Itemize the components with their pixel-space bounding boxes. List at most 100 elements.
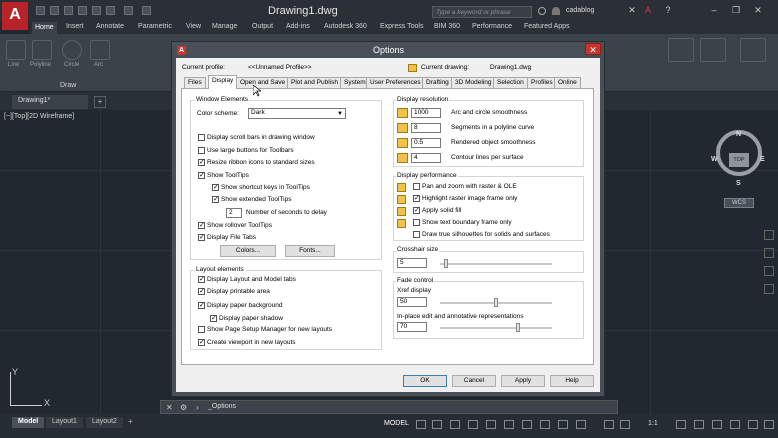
application-menu-button[interactable]: A xyxy=(2,2,28,30)
highlight-raster-checkbox[interactable]: ✓ xyxy=(413,195,420,202)
polar-icon[interactable] xyxy=(468,420,478,429)
tab-user-preferences[interactable]: User Preferences xyxy=(366,77,425,88)
3d-osnap-icon[interactable] xyxy=(576,420,586,429)
group-tool-icon[interactable] xyxy=(668,38,694,62)
xref-slider-thumb[interactable] xyxy=(494,298,498,307)
layout-tab-model[interactable]: Model xyxy=(12,417,45,428)
tab-display[interactable]: Display xyxy=(208,75,238,89)
open-icon[interactable] xyxy=(50,6,59,15)
shortcut-keys-checkbox[interactable]: ✓ xyxy=(212,184,219,191)
navbar-pan-icon[interactable] xyxy=(764,248,774,258)
arc-tool-icon[interactable] xyxy=(90,40,110,60)
wrench-icon[interactable]: ⚙ xyxy=(180,403,187,412)
printable-area-checkbox[interactable]: ✓ xyxy=(198,288,205,295)
clipboard-icon[interactable] xyxy=(700,38,726,62)
layout-model-tabs-checkbox[interactable]: ✓ xyxy=(198,276,205,283)
navbar-orbit-icon[interactable] xyxy=(764,284,774,294)
rollover-tooltips-checkbox[interactable]: ✓ xyxy=(198,222,205,229)
pan-zoom-checkbox[interactable] xyxy=(413,183,420,190)
snap-icon[interactable] xyxy=(432,420,442,429)
ribbon-tab-home[interactable]: Home xyxy=(32,22,57,34)
layout-tab-layout1[interactable]: Layout1 xyxy=(46,417,83,428)
contour-lines-input[interactable]: 4 xyxy=(411,153,441,163)
save-as-icon[interactable] xyxy=(78,6,87,15)
grid-icon[interactable] xyxy=(416,420,426,429)
compass-south[interactable]: S xyxy=(736,180,741,187)
restore-icon[interactable]: ❐ xyxy=(730,5,742,16)
cancel-button[interactable]: Cancel xyxy=(452,375,496,387)
a360-icon[interactable]: A xyxy=(642,5,654,16)
page-setup-checkbox[interactable] xyxy=(198,326,205,333)
rendered-smoothness-input[interactable]: 0.5 xyxy=(411,138,441,148)
dialog-close-button[interactable]: ✕ xyxy=(585,43,601,55)
compass-east[interactable]: E xyxy=(760,156,765,163)
isolate-icon[interactable] xyxy=(730,420,740,429)
osnap-icon[interactable] xyxy=(486,420,496,429)
solid-fill-checkbox[interactable]: ✓ xyxy=(413,207,420,214)
ribbon-tab-bim360[interactable]: BIM 360 xyxy=(434,23,460,30)
ortho-icon[interactable] xyxy=(450,420,460,429)
inplace-fade-slider[interactable] xyxy=(440,327,552,329)
command-input[interactable]: _Options xyxy=(208,403,236,410)
color-scheme-select[interactable]: Dark xyxy=(248,108,346,119)
view-base-icon[interactable] xyxy=(740,38,766,62)
ribbon-tab-autodesk360[interactable]: Autodesk 360 xyxy=(324,23,367,30)
exchange-icon[interactable]: ✕ xyxy=(626,5,638,16)
close-icon[interactable]: ✕ xyxy=(752,5,764,16)
extended-tooltips-checkbox[interactable]: ✓ xyxy=(212,196,219,203)
lineweight-icon[interactable] xyxy=(522,420,532,429)
share-icon[interactable] xyxy=(142,6,151,15)
draw-panel-label[interactable]: Draw xyxy=(60,82,76,89)
inplace-slider-thumb[interactable] xyxy=(516,323,521,332)
tab-selection[interactable]: Selection xyxy=(493,77,528,88)
tab-drafting[interactable]: Drafting xyxy=(422,77,453,88)
compass-north[interactable]: N xyxy=(736,131,741,138)
save-icon[interactable] xyxy=(64,6,73,15)
viewcube-top-face[interactable]: TOP xyxy=(729,153,749,167)
document-tab[interactable]: Drawing1* xyxy=(12,95,88,109)
new-tab-button[interactable]: + xyxy=(94,96,106,108)
annotation-scale[interactable]: 1:1 xyxy=(648,420,658,427)
crosshair-size-input[interactable]: 5 xyxy=(397,258,427,268)
polyline-tool-icon[interactable] xyxy=(32,40,52,60)
tab-plot-and-publish[interactable]: Plot and Publish xyxy=(287,77,342,88)
search-icon[interactable] xyxy=(538,7,546,15)
arc-smoothness-input[interactable]: 1000 xyxy=(411,108,441,118)
show-tooltips-checkbox[interactable]: ✓ xyxy=(198,172,205,179)
model-space-button[interactable]: MODEL xyxy=(384,420,409,427)
xref-display-input[interactable]: 50 xyxy=(397,297,427,307)
ribbon-tab-express-tools[interactable]: Express Tools xyxy=(380,23,423,30)
fonts-button[interactable]: Fonts... xyxy=(285,245,335,257)
ribbon-tab-featured-apps[interactable]: Featured Apps xyxy=(524,23,570,30)
ribbon-tab-view[interactable]: View xyxy=(186,23,201,30)
true-silhouettes-checkbox[interactable] xyxy=(413,231,420,238)
scroll-bars-checkbox[interactable] xyxy=(198,134,205,141)
file-tabs-checkbox[interactable]: ✓ xyxy=(198,234,205,241)
layout-tab-layout2[interactable]: Layout2 xyxy=(86,417,123,428)
tab-3d-modeling[interactable]: 3D Modeling xyxy=(451,77,496,88)
crosshair-slider-thumb[interactable] xyxy=(443,259,448,268)
ribbon-tab-insert[interactable]: Insert xyxy=(66,23,84,30)
tab-profiles[interactable]: Profiles xyxy=(527,77,557,88)
minimize-icon[interactable]: – xyxy=(708,5,720,16)
recent-commands-icon[interactable]: › xyxy=(196,403,199,412)
otrack-icon[interactable] xyxy=(504,420,514,429)
user-name[interactable]: cadablog xyxy=(566,7,594,14)
ribbon-tab-addins[interactable]: Add-ins xyxy=(286,23,310,30)
colors-button[interactable]: Colors... xyxy=(220,245,276,257)
viewport-controls[interactable]: [−][Top][2D Wireframe] xyxy=(4,113,74,120)
help-button[interactable]: Help xyxy=(550,375,594,387)
inplace-edit-input[interactable]: 70 xyxy=(397,322,427,332)
workspace-gear-icon[interactable] xyxy=(676,420,686,429)
wcs-menu[interactable]: WCS xyxy=(724,198,754,208)
large-buttons-checkbox[interactable] xyxy=(198,147,205,154)
circle-tool-icon[interactable] xyxy=(62,40,82,60)
seconds-delay-input[interactable]: 2 xyxy=(226,208,242,218)
crosshair-size-slider[interactable] xyxy=(440,263,552,265)
add-layout-button[interactable]: + xyxy=(128,417,133,426)
apply-button[interactable]: Apply xyxy=(501,375,545,387)
paper-background-checkbox[interactable]: ✓ xyxy=(198,302,205,309)
autoscale-icon[interactable] xyxy=(620,420,630,429)
redo-icon[interactable] xyxy=(124,6,133,15)
help-icon[interactable]: ? xyxy=(662,5,674,16)
